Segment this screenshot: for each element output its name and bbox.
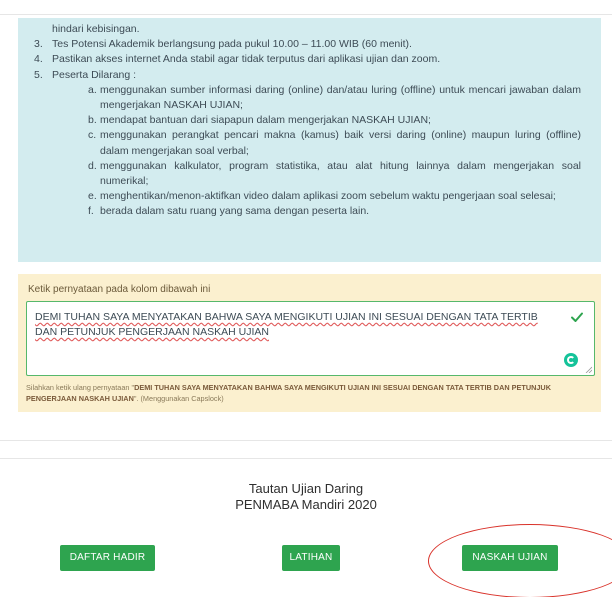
section-divider — [0, 440, 612, 441]
rule-item: 4. Pastikan akses internet Anda stabil a… — [34, 53, 441, 66]
prohibition-item: c. menggunakan perangkat pencari makna (… — [88, 129, 581, 157]
exam-rules-panel: hindari kebisingan. 3. Tes Potensi Akade… — [18, 18, 601, 262]
practice-button[interactable]: LATIHAN — [282, 545, 340, 571]
attendance-button[interactable]: DAFTAR HADIR — [60, 545, 155, 571]
rule-item: 5. Peserta Dilarang : — [34, 68, 137, 81]
prohibition-item: e. menghentikan/menon-aktifkan video dal… — [88, 190, 556, 203]
rules-line-top: hindari kebisingan. — [52, 23, 140, 35]
top-divider — [0, 14, 612, 15]
prohibition-item: d. menggunakan kalkulator, program stati… — [88, 159, 581, 188]
statement-label: Ketik pernyataan pada kolom dibawah ini — [28, 284, 211, 295]
check-icon — [571, 312, 583, 322]
statement-panel: Ketik pernyataan pada kolom dibawah ini … — [18, 274, 601, 412]
resize-handle-icon[interactable] — [585, 366, 592, 373]
prohibition-item: a. menggunakan sumber informasi daring (… — [88, 83, 581, 112]
links-title: Tautan Ujian Daring PENMABA Mandiri 2020 — [235, 481, 377, 512]
prohibition-item: f. berada dalam satu ruang yang sama den… — [88, 205, 370, 218]
prohibition-item: b. mendapat bantuan dari siapapun dalam … — [88, 114, 431, 127]
statement-textarea[interactable]: DEMI TUHAN SAYA MENYATAKAN BAHWA SAYA ME… — [26, 301, 595, 376]
statement-hint: Silahkan ketik ulang pernyataan "DEMI TU… — [26, 383, 551, 403]
grammarly-icon[interactable] — [564, 353, 578, 367]
statement-value: DEMI TUHAN SAYA MENYATAKAN BAHWA SAYA ME… — [35, 311, 538, 338]
rule-item: 3. Tes Potensi Akademik berlangsung pada… — [34, 38, 412, 51]
highlight-circle — [428, 524, 612, 597]
section-divider — [0, 458, 612, 459]
